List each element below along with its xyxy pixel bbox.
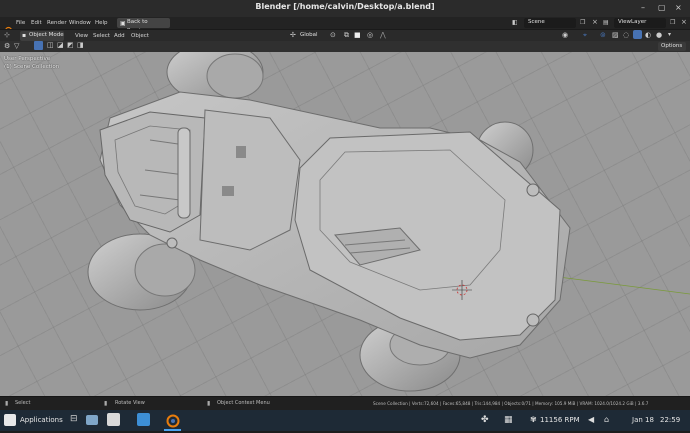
gizmo-icon[interactable]: ⌖ [583,31,587,40]
status-bar: ▮ Select ▮ Rotate View ▮ Object Context … [0,396,690,411]
view-perspective-label: User Perspective [4,56,51,62]
files-app-icon[interactable] [86,415,98,425]
3d-viewport[interactable]: User Perspective (1) Scene Collection [0,52,690,396]
shading-options-icon[interactable]: ▾ [668,31,671,38]
close-button[interactable]: × [675,4,682,12]
viewlayer-icon[interactable]: ▤ [603,19,609,26]
select-intersect-icon[interactable]: ◨ [77,41,84,49]
options-dropdown[interactable]: Options [658,42,686,51]
select-subtract-icon[interactable]: ◪ [57,41,64,49]
visibility-icon[interactable]: ◉ [562,31,568,39]
solid-shading-icon[interactable] [633,30,642,39]
store-app-icon[interactable] [137,413,150,426]
window-title: Blender [/home/calvin/Desktop/a.blend] [255,2,435,11]
object-mode-label: Object Mode [29,32,64,38]
blender-taskbar-icon[interactable] [164,412,181,429]
back-icon: ▣ [120,20,126,27]
material-shading-icon[interactable]: ◐ [645,31,651,39]
gamepad-icon[interactable]: ✤ [481,415,489,425]
options-label: Options [661,43,683,49]
status-stats: Scene Collection | Verts:72,604 | Faces:… [373,401,649,406]
viewlayer-copy-icon[interactable]: ❐ [670,19,675,26]
menu-select[interactable]: Select [93,31,110,41]
snap-icon[interactable]: ⧉ [344,31,349,40]
select-box-icon[interactable] [34,41,43,50]
viewlayer-field[interactable]: ViewLayer [614,18,666,28]
snap-target-icon[interactable]: ■ [354,31,361,39]
workspace-icon[interactable]: ⊟ [70,414,78,424]
os-taskbar: Applications ⊟ ✤ ▦ ✾ 11156 RPM ◀ ⌂ Jan 1… [0,410,690,431]
file-manager-app-icon[interactable] [107,413,120,426]
window-titlebar: Blender [/home/calvin/Desktop/a.blend] –… [0,0,690,18]
status-select: Select [15,400,31,406]
car-model[interactable] [0,52,690,396]
maximize-button[interactable]: ▢ [658,4,666,12]
mouse-left-icon: ▮ [5,400,9,407]
tool-settings-bar: ⚙ ▽ ◫ ◪ ◩ ◨ Options [0,41,690,52]
transform-orientation-label: Global [300,32,318,38]
fan-speed: 11156 RPM [540,416,580,424]
menu-window[interactable]: Window [69,18,91,28]
wireframe-shading-icon[interactable]: ◌ [623,31,629,39]
top-menubar: File Edit Render Window Help ▣ Back to P… [0,17,690,35]
fan-icon: ✾ [530,415,537,424]
scene-field[interactable]: Scene [524,18,576,28]
object-mode-icon: ▪ [22,32,27,39]
scene-copy-icon[interactable]: ❐ [580,19,585,26]
xray-icon[interactable]: ▨ [612,31,619,39]
transform-orientation-dropdown[interactable]: Global [298,31,324,41]
status-context: Object Context Menu [217,400,270,406]
mouse-middle-icon: ▮ [104,400,108,407]
pivot-icon[interactable]: ⊙ [330,31,336,39]
rendered-shading-icon[interactable]: ● [656,31,662,39]
mouse-right-icon: ▮ [207,400,211,407]
transform-orientation-icon[interactable]: ✢ [290,31,296,39]
select-extend-icon[interactable]: ◫ [47,41,54,49]
falloff-icon[interactable]: ⋀ [380,31,386,39]
gear-icon[interactable]: ⚙ [4,42,10,50]
menu-add[interactable]: Add [114,31,125,41]
applications-icon[interactable] [4,414,16,426]
minimize-button[interactable]: – [641,4,645,12]
object-mode-dropdown[interactable]: ▪ Object Mode [20,31,64,41]
viewlayer-close-icon[interactable]: × [681,18,687,26]
overlay-icon[interactable]: ⊚ [600,31,606,39]
status-rotate: Rotate View [115,400,145,406]
blender-logo-icon[interactable] [4,19,13,35]
chart-icon[interactable]: ▦ [504,415,513,425]
editor-type-icon[interactable]: ⊹ [4,31,10,39]
view-collection-label: (1) Scene Collection [4,64,60,70]
scene-close-icon[interactable]: × [592,18,598,26]
scene-icon[interactable]: ◧ [512,19,518,26]
menu-render[interactable]: Render [47,18,67,28]
menu-help[interactable]: Help [95,18,108,28]
select-invert-icon[interactable]: ◩ [67,41,74,49]
scene-label: Scene [528,19,545,25]
filter-icon[interactable]: ▽ [14,42,19,50]
menu-edit[interactable]: Edit [31,18,42,28]
back-to-previous-button[interactable]: ▣ Back to Previous [117,18,170,34]
clock-time[interactable]: 22:59 [660,416,680,424]
network-icon[interactable]: ⌂ [604,415,609,424]
proportional-edit-icon[interactable]: ◎ [367,31,373,39]
clock-date[interactable]: Jan 18 [632,416,654,424]
menu-view[interactable]: View [75,31,88,41]
menu-file[interactable]: File [16,18,25,28]
applications-label[interactable]: Applications [20,416,63,424]
menu-object[interactable]: Object [131,31,149,41]
volume-icon[interactable]: ◀ [588,415,594,424]
viewlayer-label: ViewLayer [618,19,647,25]
